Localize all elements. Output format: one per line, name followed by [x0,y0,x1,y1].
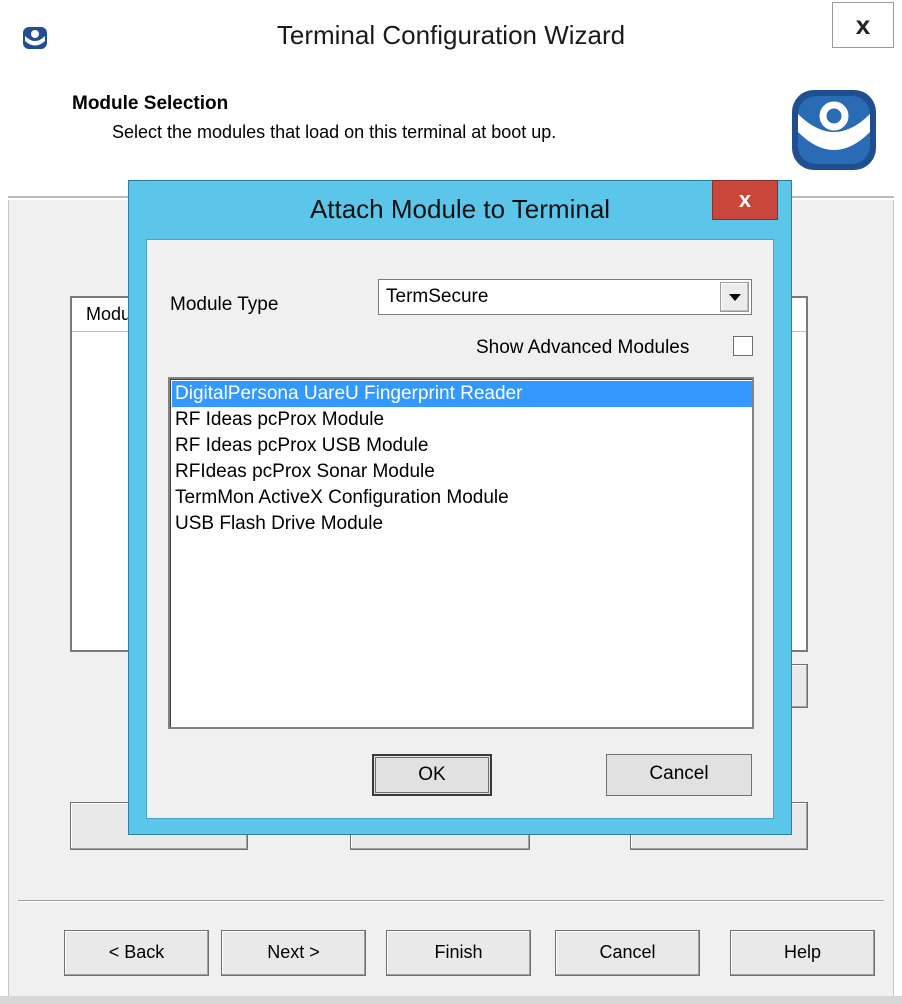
module-type-label: Module Type [170,294,279,315]
module-type-value: TermSecure [386,286,489,307]
next-button[interactable]: Next > [221,930,366,976]
list-header-module: Modu [86,304,132,324]
finish-button[interactable]: Finish [386,930,531,976]
show-advanced-label: Show Advanced Modules [476,337,690,358]
show-advanced-checkbox[interactable] [733,336,753,356]
wizard-title: Terminal Configuration Wizard [276,20,626,50]
dialog-close-button[interactable]: x [712,180,778,220]
module-list-item[interactable]: RFIdeas pcProx Sonar Module [172,459,752,485]
module-list-item[interactable]: RF Ideas pcProx USB Module [172,433,752,459]
module-list-item[interactable]: TermMon ActiveX Configuration Module [172,485,752,511]
page-title: Module Selection [72,93,229,114]
cancel-button[interactable]: Cancel [555,930,700,976]
dialog-title: Attach Module to Terminal [309,194,611,224]
dialog-cancel-button[interactable]: Cancel [606,754,752,796]
thinmanager-logo [792,90,876,170]
chevron-down-icon [729,294,741,301]
page-subtitle: Select the modules that load on this ter… [112,122,557,142]
wizard-close-button[interactable]: x [832,2,894,48]
module-list-item[interactable]: RF Ideas pcProx Module [172,407,752,433]
module-list-item[interactable]: USB Flash Drive Module [172,511,752,537]
wizard-separator [18,900,884,902]
ok-button[interactable]: OK [372,754,492,796]
back-button[interactable]: < Back [64,930,209,976]
window-frame-bottom [0,996,902,1004]
help-button[interactable]: Help [730,930,875,976]
module-list-item[interactable]: DigitalPersona UareU Fingerprint Reader [172,381,752,407]
